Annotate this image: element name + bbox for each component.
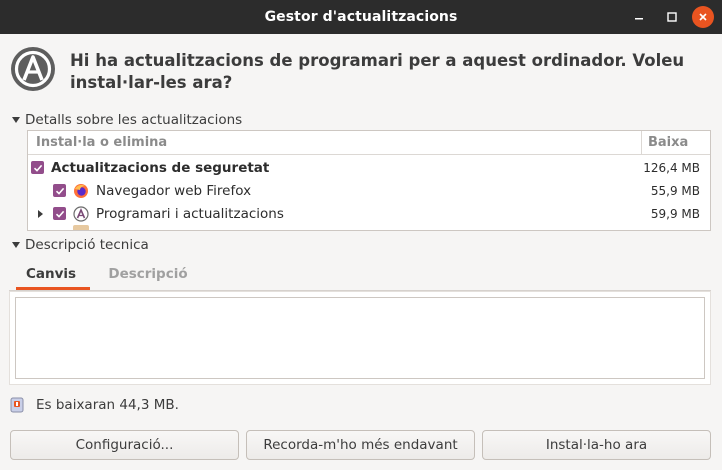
- software-updater-icon: [11, 47, 55, 91]
- column-separator: [641, 131, 642, 154]
- firefox-icon: [74, 183, 88, 198]
- list-item-size: 126,4 MB: [643, 160, 700, 175]
- partial-row-icon: [73, 225, 89, 230]
- minimize-icon: [635, 18, 643, 20]
- security-updates-checkbox[interactable]: [31, 161, 44, 174]
- minimize-button[interactable]: [622, 0, 656, 34]
- description-expander[interactable]: Descripció tecnica: [12, 237, 149, 253]
- list-item-firefox[interactable]: Navegador web Firefox 55,9 MB: [28, 179, 710, 202]
- expander-triangle-icon: [12, 242, 20, 248]
- software-properties-icon: [73, 205, 89, 222]
- details-expander-label: Detalls sobre les actualitzacions: [25, 112, 243, 128]
- description-expander-label: Descripció tecnica: [25, 237, 149, 253]
- list-item-software-properties[interactable]: Programari i actualitzacions 59,9 MB: [28, 202, 710, 225]
- download-status: Es baixaran 44,3 MB.: [10, 397, 179, 413]
- settings-button[interactable]: Configuració...: [10, 430, 239, 460]
- firefox-checkbox[interactable]: [53, 184, 66, 197]
- maximize-button[interactable]: [655, 0, 689, 34]
- title-bar: Gestor d'actualitzacions: [0, 0, 722, 34]
- list-item-label: Programari i actualitzacions: [96, 205, 284, 222]
- download-size-text: Es baixaran 44,3 MB.: [36, 397, 179, 413]
- download-info-icon: [10, 397, 24, 413]
- column-download[interactable]: Baixa: [648, 135, 688, 150]
- update-available-message: Hi ha actualitzacions de programari per …: [70, 51, 685, 92]
- changes-panel: [9, 291, 711, 385]
- list-item-size: 59,9 MB: [650, 206, 700, 221]
- list-item-label: Navegador web Firefox: [96, 182, 252, 199]
- close-button[interactable]: [686, 0, 720, 34]
- details-expander[interactable]: Detalls sobre les actualitzacions: [12, 112, 242, 128]
- expander-triangle-icon: [12, 117, 20, 123]
- partial-row-checkbox[interactable]: [53, 230, 66, 231]
- list-item-size: 55,9 MB: [650, 183, 700, 198]
- tab-changes-label: Canvis: [25, 266, 77, 282]
- tab-description-label: Descripció: [108, 266, 188, 282]
- changes-textview[interactable]: [15, 297, 705, 379]
- window-title: Gestor d'actualitzacions: [264, 9, 458, 25]
- column-install-remove[interactable]: Instal·la o elimina: [36, 135, 167, 150]
- expand-row-icon[interactable]: [38, 209, 43, 218]
- remind-later-button[interactable]: Recorda-m'ho més endavant: [246, 430, 475, 460]
- tab-description[interactable]: Descripció: [98, 258, 198, 290]
- install-now-button[interactable]: Instal·la-ho ara: [482, 430, 711, 460]
- list-item-partial[interactable]: [28, 225, 710, 231]
- list-item-security-updates[interactable]: Actualitzacions de seguretat 126,4 MB: [28, 156, 710, 179]
- tab-changes[interactable]: Canvis: [16, 258, 90, 290]
- list-header: Instal·la o elimina Baixa: [28, 131, 710, 155]
- maximize-icon: [667, 12, 677, 22]
- list-item-label: Actualitzacions de seguretat: [51, 159, 270, 176]
- description-tabs: Canvis Descripció: [12, 258, 710, 290]
- close-icon: [692, 6, 714, 28]
- updates-list[interactable]: Instal·la o elimina Baixa Actualitzacion…: [27, 130, 711, 231]
- software-properties-checkbox[interactable]: [53, 207, 66, 220]
